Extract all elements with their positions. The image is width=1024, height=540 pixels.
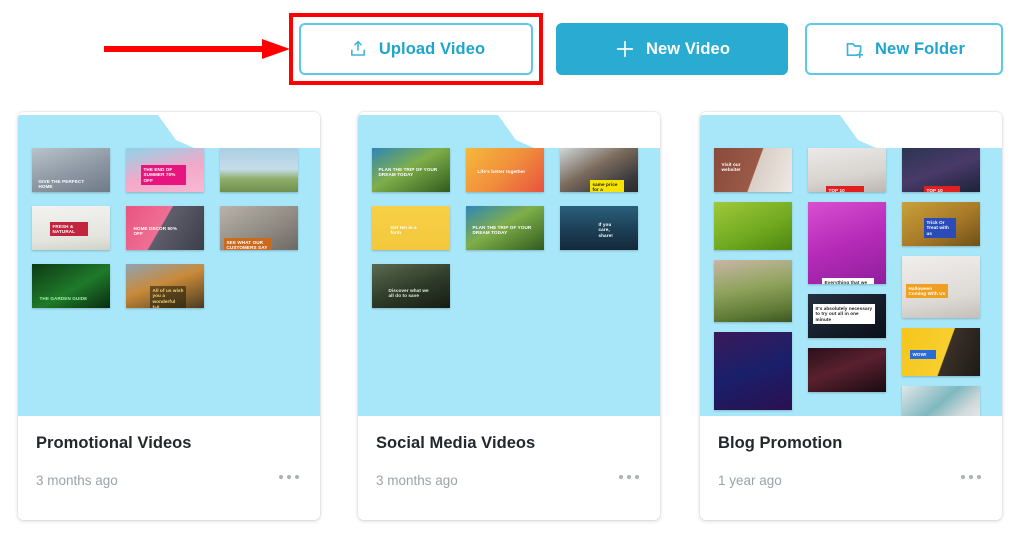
thumbnail-grid: PLAN THE TRIP OF YOUR DREAM TODAY Life's …	[358, 112, 660, 416]
video-thumbnail[interactable]: FRESH & NATURAL	[32, 206, 110, 250]
folder-plus-icon	[843, 38, 865, 60]
thumbnail-caption: TOP 10 VIDEOS	[826, 186, 864, 192]
folder-modified-date: 3 months ago	[376, 473, 458, 488]
thumbnail-caption: TOP 10 VIDEOS	[924, 186, 960, 192]
thumbnail-caption: If you care, share!	[598, 221, 613, 238]
folder-preview: PLAN THE TRIP OF YOUR DREAM TODAY Life's …	[358, 112, 660, 416]
video-thumbnail[interactable]: Halloween Coming With Us	[902, 256, 980, 318]
folder-title: Blog Promotion	[718, 434, 843, 452]
folder-card[interactable]: GIVE THE PERFECT HOME THE END OF SUMMER 7…	[18, 112, 320, 520]
plus-icon	[614, 38, 636, 60]
folder-title: Social Media Videos	[376, 434, 536, 452]
video-thumbnail[interactable]: If you care, share!	[560, 206, 638, 250]
video-thumbnail[interactable]: SEE WHAT OUR CUSTOMERS SAY	[220, 206, 298, 250]
thumbnail-caption: Halloween Coming With Us	[906, 284, 948, 299]
thumbnail-artwork	[714, 332, 792, 410]
video-thumbnail[interactable]: It's absolutely necessary to try out all…	[808, 294, 886, 338]
video-thumbnail[interactable]: THE GARDEN GUIDE	[32, 264, 110, 308]
video-thumbnail[interactable]: Everything that we can imagine and thoug…	[808, 202, 886, 284]
thumbnail-caption: GIVE THE PERFECT HOME	[38, 178, 85, 190]
thumbnail-caption: Life's better together	[477, 168, 526, 174]
thumbnail-caption: WOW!	[910, 350, 936, 359]
thumbnail-caption: Trick Or Treat with us	[924, 218, 956, 239]
thumbnail-artwork	[714, 260, 792, 322]
video-thumbnail[interactable]	[714, 202, 792, 250]
upload-tray-icon	[347, 38, 369, 60]
thumbnail-artwork	[902, 386, 980, 416]
toolbar: Upload Video New Video New Folder	[0, 0, 1024, 96]
new-folder-label: New Folder	[875, 39, 965, 58]
video-thumbnail[interactable]: WOW!	[902, 328, 980, 376]
folder-card[interactable]: Visit our website! TOP 10 VIDEOS TOP 10 VI…	[700, 112, 1002, 520]
video-thumbnail[interactable]	[902, 386, 980, 416]
thumbnail-artwork	[714, 202, 792, 250]
thumbnail-caption: FRESH & NATURAL	[50, 222, 88, 237]
video-thumbnail[interactable]: PLAN THE TRIP OF YOUR DREAM TODAY	[466, 206, 544, 250]
video-thumbnail[interactable]: PLAN THE TRIP OF YOUR DREAM TODAY	[372, 148, 450, 192]
thumbnail-caption: It's absolutely necessary to try out all…	[813, 304, 875, 325]
video-thumbnail[interactable]: TOP 10 VIDEOS	[808, 148, 886, 192]
thumbnail-caption: HOME DECOR 50% OFF	[133, 225, 178, 237]
ellipsis-icon[interactable]	[275, 471, 303, 483]
video-thumbnail[interactable]: GIVE THE PERFECT HOME	[32, 148, 110, 192]
ellipsis-icon[interactable]	[615, 471, 643, 483]
new-video-label: New Video	[645, 39, 731, 58]
new-folder-button[interactable]: New Folder	[805, 23, 1003, 75]
thumbnail-artwork	[808, 348, 886, 392]
thumbnail-caption: Everything that we can imagine and thoug…	[822, 278, 874, 284]
videos-folder-page: Upload Video New Video New Folder GIVE T…	[0, 0, 1024, 540]
video-thumbnail[interactable]	[220, 148, 298, 192]
folder-card[interactable]: PLAN THE TRIP OF YOUR DREAM TODAY Life's …	[358, 112, 660, 520]
thumbnail-caption: PLAN THE TRIP OF YOUR DREAM TODAY	[378, 166, 438, 178]
video-thumbnail[interactable]	[808, 348, 886, 392]
video-thumbnail[interactable]: THE END OF SUMMER 70% OFF	[126, 148, 204, 192]
folder-preview: GIVE THE PERFECT HOME THE END OF SUMMER 7…	[18, 112, 320, 416]
thumbnail-grid: GIVE THE PERFECT HOME THE END OF SUMMER 7…	[18, 112, 320, 416]
folder-modified-date: 3 months ago	[36, 473, 118, 488]
video-thumbnail[interactable]: TOP 10 VIDEOS	[902, 148, 980, 192]
video-thumbnail[interactable]: HOME DECOR 50% OFF	[126, 206, 204, 250]
thumbnail-caption: Get ten in a form	[390, 224, 417, 236]
thumbnail-caption: THE END OF SUMMER 70% OFF	[141, 165, 186, 186]
folder-meta: Social Media Videos 3 months ago	[358, 416, 660, 520]
thumbnail-caption: Visit our website!	[721, 161, 741, 173]
new-video-button[interactable]: New Video	[556, 23, 788, 75]
thumbnail-caption: PLAN THE TRIP OF YOUR DREAM TODAY	[472, 224, 532, 236]
video-thumbnail[interactable]: Visit our website!	[714, 148, 792, 192]
ellipsis-icon[interactable]	[957, 471, 985, 483]
folder-modified-date: 1 year ago	[718, 473, 782, 488]
thumbnail-caption: THE GARDEN GUIDE	[39, 295, 88, 301]
video-thumbnail[interactable]	[714, 332, 792, 410]
upload-video-label: Upload Video	[378, 39, 486, 58]
folder-meta: Blog Promotion 1 year ago	[700, 416, 1002, 520]
thumbnail-artwork	[808, 202, 886, 284]
video-thumbnail[interactable]: Trick Or Treat with us	[902, 202, 980, 246]
folder-meta: Promotional Videos 3 months ago	[18, 416, 320, 520]
annotation-arrow-icon	[104, 39, 290, 59]
video-thumbnail[interactable]: Discover what we all do to save	[372, 264, 450, 308]
thumbnail-caption: All of us wish you a wonderful fall	[150, 286, 186, 308]
thumbnail-grid: Visit our website! TOP 10 VIDEOS TOP 10 VI…	[700, 112, 1002, 416]
folder-preview: Visit our website! TOP 10 VIDEOS TOP 10 VI…	[700, 112, 1002, 416]
video-thumbnail[interactable]: Get ten in a form	[372, 206, 450, 250]
thumbnail-caption: same price for a	[590, 180, 624, 192]
video-thumbnail[interactable]: same price for a	[560, 148, 638, 192]
video-thumbnail[interactable]: All of us wish you a wonderful fall	[126, 264, 204, 308]
upload-video-button[interactable]: Upload Video	[299, 23, 533, 75]
video-thumbnail[interactable]	[714, 260, 792, 322]
thumbnail-artwork	[220, 148, 298, 192]
video-thumbnail[interactable]: Life's better together	[466, 148, 544, 192]
thumbnail-caption: SEE WHAT OUR CUSTOMERS SAY	[224, 238, 272, 250]
folder-title: Promotional Videos	[36, 434, 192, 452]
thumbnail-caption: Discover what we all do to save	[388, 287, 429, 299]
